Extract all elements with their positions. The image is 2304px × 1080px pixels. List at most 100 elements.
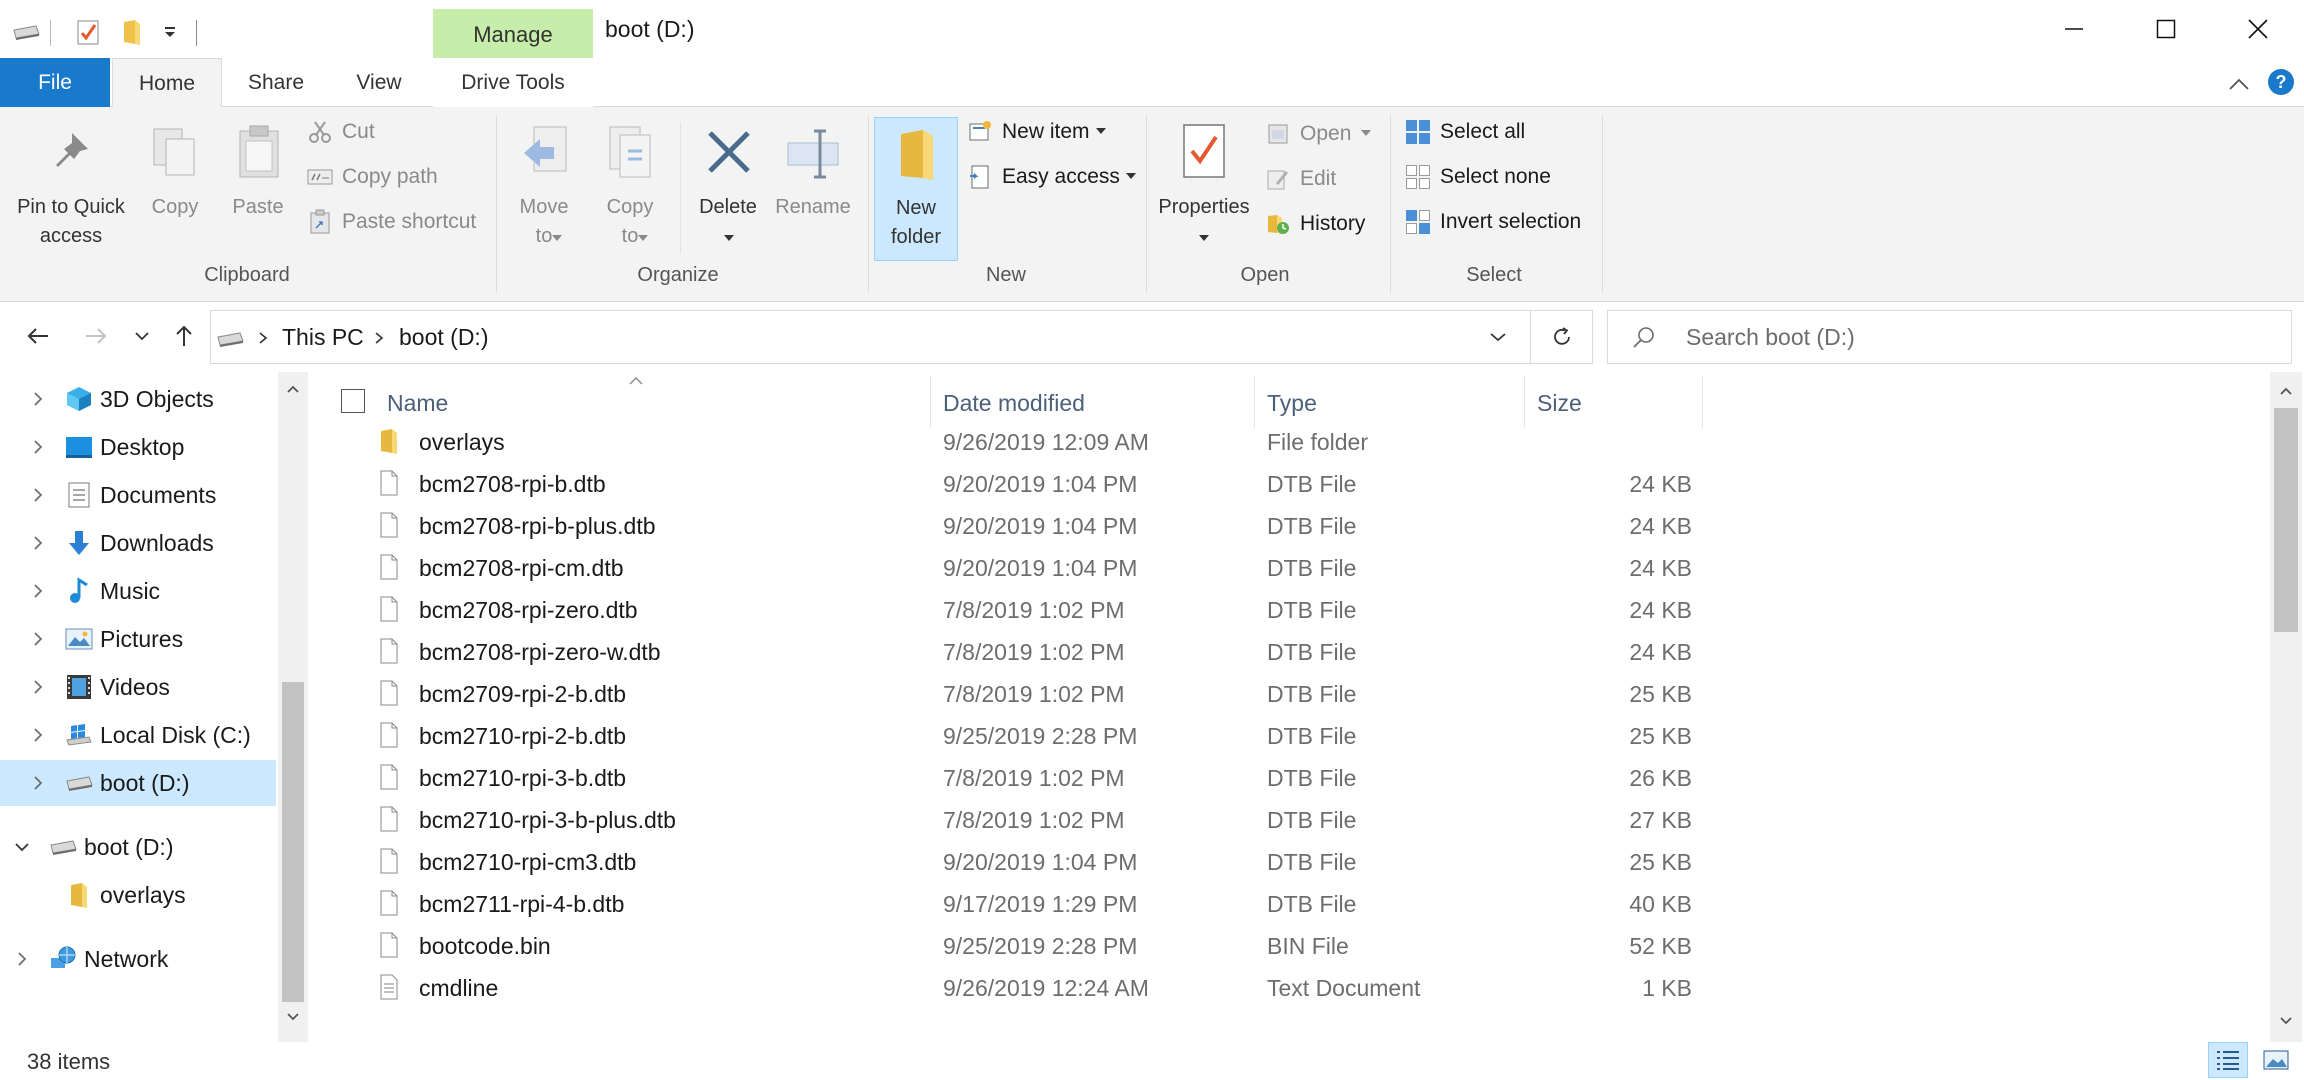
search-box[interactable]: Search boot (D:) bbox=[1607, 310, 2292, 364]
file-row[interactable]: cmdline 9/26/2019 12:24 AM Text Document 1 … bbox=[378, 966, 2018, 1008]
large-icons-view-button[interactable] bbox=[2256, 1042, 2296, 1078]
open-icon bbox=[1264, 120, 1292, 148]
delete-button[interactable]: Delete bbox=[688, 107, 768, 257]
column-header-name[interactable]: Name bbox=[387, 390, 448, 417]
customize-toolbar-chevron-icon[interactable] bbox=[158, 14, 182, 50]
nav-scrollbar-thumb[interactable] bbox=[282, 682, 304, 1002]
easy-access-button[interactable]: Easy access bbox=[966, 162, 1136, 192]
tab-share[interactable]: Share bbox=[232, 58, 320, 107]
paste-button[interactable]: Paste bbox=[222, 107, 294, 257]
file-row[interactable]: bcm2710-rpi-2-b.dtb 9/25/2019 2:28 PM DTB … bbox=[378, 714, 2018, 756]
nav-item-desktop[interactable]: Desktop bbox=[0, 424, 276, 470]
file-row[interactable]: bcm2708-rpi-zero-w.dtb 7/8/2019 1:02 PM DT… bbox=[378, 630, 2018, 672]
scroll-down-icon[interactable] bbox=[2279, 1016, 2293, 1026]
column-header-type[interactable]: Type bbox=[1267, 390, 1317, 417]
nav-scrollbar[interactable] bbox=[278, 372, 308, 1042]
scroll-down-icon[interactable] bbox=[286, 1012, 300, 1022]
nav-item-overlays[interactable]: overlays bbox=[0, 872, 276, 918]
new-folder-button[interactable]: New folder bbox=[874, 117, 958, 261]
nav-item-boot-d[interactable]: boot (D:) bbox=[0, 760, 276, 806]
tab-home[interactable]: Home bbox=[112, 58, 222, 108]
rename-button[interactable]: Rename bbox=[772, 107, 854, 257]
paste-shortcut-button[interactable]: Paste shortcut bbox=[306, 207, 476, 237]
recent-locations-button[interactable] bbox=[124, 316, 160, 356]
file-row[interactable]: bcm2709-rpi-2-b.dtb 7/8/2019 1:02 PM DTB F… bbox=[378, 672, 2018, 714]
cut-button[interactable]: Cut bbox=[306, 117, 375, 147]
minimize-button[interactable] bbox=[2028, 0, 2120, 58]
file-row[interactable]: bcm2708-rpi-b-plus.dtb 9/20/2019 1:04 PM D… bbox=[378, 504, 2018, 546]
list-scrollbar[interactable] bbox=[2270, 372, 2302, 1042]
file-row[interactable]: bcm2708-rpi-b.dtb 9/20/2019 1:04 PM DTB Fi… bbox=[378, 462, 2018, 504]
new-item-button[interactable]: New item bbox=[966, 117, 1106, 147]
copy-path-button[interactable]: Copy path bbox=[306, 162, 438, 192]
folder-row[interactable]: overlays 9/26/2019 12:09 AM File folder bbox=[378, 420, 2018, 462]
tab-file[interactable]: File bbox=[0, 58, 110, 107]
collapse-chevron-icon[interactable] bbox=[12, 837, 32, 857]
close-button[interactable] bbox=[2212, 0, 2304, 58]
expand-chevron-icon[interactable] bbox=[28, 437, 48, 457]
expand-chevron-icon[interactable] bbox=[28, 581, 48, 601]
file-row[interactable]: bcm2710-rpi-3-b.dtb 7/8/2019 1:02 PM DTB F… bbox=[378, 756, 2018, 798]
address-history-dropdown[interactable] bbox=[1476, 311, 1520, 363]
expand-chevron-icon[interactable] bbox=[28, 533, 48, 553]
edit-button[interactable]: Edit bbox=[1264, 164, 1336, 194]
nav-item-music[interactable]: Music bbox=[0, 568, 276, 614]
pin-to-quick-access-button[interactable]: Pin to Quick access bbox=[4, 107, 138, 257]
nav-item-downloads[interactable]: Downloads bbox=[0, 520, 276, 566]
expand-chevron-icon[interactable] bbox=[28, 725, 48, 745]
properties-icon[interactable] bbox=[72, 14, 104, 50]
nav-label: Videos bbox=[100, 673, 170, 700]
address-box[interactable]: This PC boot (D:) bbox=[210, 310, 1531, 364]
properties-button[interactable]: Properties bbox=[1154, 107, 1254, 257]
select-all-checkbox[interactable] bbox=[341, 389, 365, 413]
file-row[interactable]: bootcode.bin 9/25/2019 2:28 PM BIN File 52 … bbox=[378, 924, 2018, 966]
drive-icon[interactable] bbox=[8, 14, 44, 50]
new-folder-icon[interactable] bbox=[116, 14, 148, 50]
column-header-size[interactable]: Size bbox=[1537, 390, 1582, 417]
breadcrumb-boot-d[interactable]: boot (D:) bbox=[399, 324, 488, 351]
copy-button[interactable]: Copy bbox=[140, 107, 210, 257]
collapse-ribbon-button[interactable] bbox=[2224, 72, 2254, 96]
maximize-button[interactable] bbox=[2120, 0, 2212, 58]
invert-selection-icon bbox=[1404, 208, 1432, 236]
scroll-up-icon[interactable] bbox=[2279, 386, 2293, 396]
tab-drive-tools[interactable]: Drive Tools bbox=[433, 58, 593, 107]
copy-to-button[interactable]: Copy to bbox=[594, 107, 666, 257]
column-header-date-modified[interactable]: Date modified bbox=[943, 390, 1085, 417]
forward-button[interactable] bbox=[76, 316, 116, 356]
expand-chevron-icon[interactable] bbox=[28, 389, 48, 409]
nav-item-local-disk-c[interactable]: Local Disk (C:) bbox=[0, 712, 276, 758]
nav-item-3d-objects[interactable]: 3D Objects bbox=[0, 376, 276, 422]
file-row[interactable]: bcm2710-rpi-cm3.dtb 9/20/2019 1:04 PM DTB … bbox=[378, 840, 2018, 882]
file-row[interactable]: bcm2710-rpi-3-b-plus.dtb 7/8/2019 1:02 PM… bbox=[378, 798, 2018, 840]
expand-chevron-icon[interactable] bbox=[28, 677, 48, 697]
help-button[interactable]: ? bbox=[2267, 68, 2295, 96]
details-view-button[interactable] bbox=[2208, 1042, 2248, 1078]
scroll-up-icon[interactable] bbox=[286, 384, 300, 394]
nav-item-pictures[interactable]: Pictures bbox=[0, 616, 276, 662]
file-row[interactable]: bcm2708-rpi-zero.dtb 7/8/2019 1:02 PM DTB … bbox=[378, 588, 2018, 630]
refresh-button[interactable] bbox=[1531, 310, 1593, 364]
expand-chevron-icon[interactable] bbox=[28, 773, 48, 793]
nav-item-videos[interactable]: Videos bbox=[0, 664, 276, 710]
file-row[interactable]: bcm2708-rpi-cm.dtb 9/20/2019 1:04 PM DTB F… bbox=[378, 546, 2018, 588]
nav-item-documents[interactable]: Documents bbox=[0, 472, 276, 518]
nav-item-network[interactable]: Network bbox=[0, 936, 276, 982]
move-to-button[interactable]: Move to bbox=[508, 107, 580, 257]
invert-selection-button[interactable]: Invert selection bbox=[1404, 207, 1581, 237]
manage-context-tab-label[interactable]: Manage bbox=[433, 9, 593, 60]
tab-view[interactable]: View bbox=[336, 58, 422, 107]
expand-chevron-icon[interactable] bbox=[12, 949, 32, 969]
select-all-button[interactable]: Select all bbox=[1404, 117, 1525, 147]
expand-chevron-icon[interactable] bbox=[28, 629, 48, 649]
breadcrumb-this-pc[interactable]: This PC bbox=[282, 324, 364, 351]
list-scrollbar-thumb[interactable] bbox=[2274, 408, 2298, 632]
history-button[interactable]: History bbox=[1264, 209, 1365, 239]
select-none-button[interactable]: Select none bbox=[1404, 162, 1551, 192]
expand-chevron-icon[interactable] bbox=[28, 485, 48, 505]
back-button[interactable] bbox=[18, 316, 58, 356]
nav-item-boot-d-root[interactable]: boot (D:) bbox=[0, 824, 276, 870]
up-button[interactable] bbox=[164, 316, 204, 356]
file-row[interactable]: bcm2711-rpi-4-b.dtb 9/17/2019 1:29 PM DTB … bbox=[378, 882, 2018, 924]
open-button[interactable]: Open bbox=[1264, 119, 1372, 149]
